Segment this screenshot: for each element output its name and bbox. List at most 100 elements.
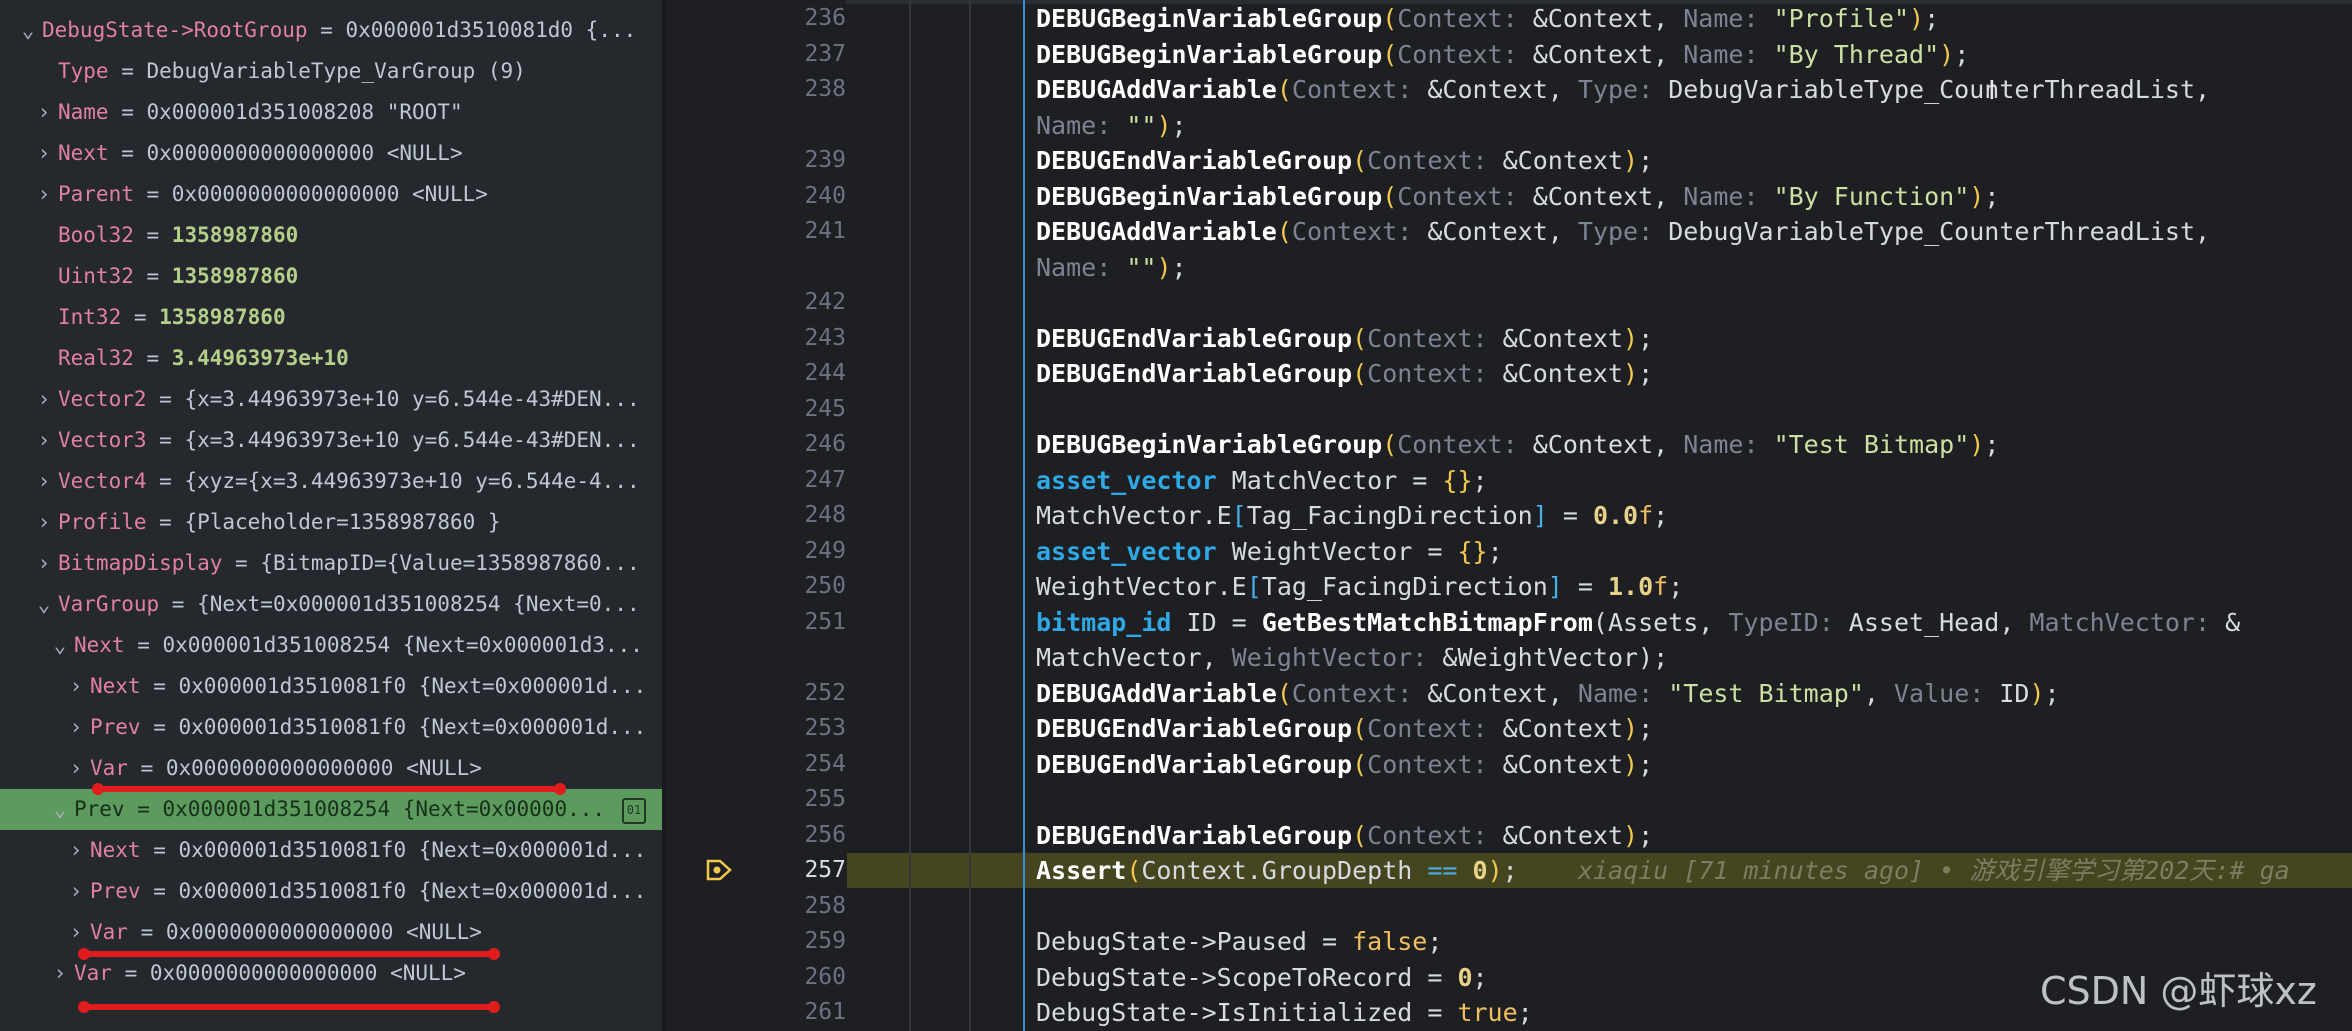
code-line[interactable]: DEBUGEndVariableGroup(Context: &Context)… bbox=[1036, 321, 1653, 356]
code-line[interactable]: Assert(Context.GroupDepth == 0); xiaqiu … bbox=[1036, 853, 2290, 888]
line-number[interactable]: 239 bbox=[706, 143, 846, 178]
chevron-down-icon[interactable]: ⌄ bbox=[36, 584, 52, 625]
code-line[interactable]: DEBUGBeginVariableGroup(Context: &Contex… bbox=[1036, 1, 1939, 36]
variable-value[interactable]: 0x000001d3510081d0 {... bbox=[345, 18, 636, 42]
chevron-right-icon[interactable]: › bbox=[68, 830, 84, 871]
variable-value[interactable]: 0x000001d351008254 {Next=0x00000... bbox=[163, 797, 606, 821]
variable-value[interactable]: {x=3.44963973e+10 y=6.544e-43#DEN... bbox=[184, 387, 639, 411]
variable-value[interactable]: 0x0000000000000000 <NULL> bbox=[166, 920, 482, 944]
line-number[interactable]: 249 bbox=[706, 534, 846, 569]
variable-row[interactable]: › Prev = 0x000001d3510081f0 {Next=0x00000… bbox=[0, 707, 662, 748]
chevron-right-icon[interactable]: › bbox=[36, 502, 52, 543]
binary-view-icon[interactable]: 01 bbox=[622, 798, 646, 824]
variable-value[interactable]: 0x0000000000000000 <NULL> bbox=[147, 141, 463, 165]
chevron-right-icon[interactable]: › bbox=[36, 133, 52, 174]
variable-value[interactable]: 0x000001d351008254 {Next=0x000001d3... bbox=[163, 633, 643, 657]
code-line[interactable]: DEBUGEndVariableGroup(Context: &Context)… bbox=[1036, 356, 1653, 391]
code-line[interactable]: DEBUGAddVariable(Context: &Context, Type… bbox=[1036, 214, 2210, 249]
line-number[interactable]: 241 bbox=[706, 214, 846, 249]
line-number[interactable]: 258 bbox=[706, 889, 846, 924]
variable-row[interactable]: › Name = 0x000001d351008208 "ROOT" bbox=[0, 92, 662, 133]
code-line[interactable]: DEBUGEndVariableGroup(Context: &Context)… bbox=[1036, 818, 1653, 853]
chevron-down-icon[interactable]: ⌄ bbox=[20, 10, 36, 51]
variable-row[interactable]: › Var = 0x0000000000000000 <NULL> bbox=[0, 912, 662, 953]
variable-row[interactable]: ⌄ Prev = 0x000001d351008254 {Next=0x00000… bbox=[0, 789, 662, 830]
variable-value[interactable]: 1358987860 bbox=[159, 305, 285, 329]
variable-row[interactable]: › BitmapDisplay = {BitmapID={Value=135898… bbox=[0, 543, 662, 584]
variable-row[interactable]: › Next = 0x0000000000000000 <NULL> bbox=[0, 133, 662, 174]
line-number[interactable]: 255 bbox=[706, 782, 846, 817]
code-line[interactable]: DEBUGBeginVariableGroup(Context: &Contex… bbox=[1036, 427, 1999, 462]
chevron-right-icon[interactable]: › bbox=[68, 871, 84, 912]
code-line[interactable]: DEBUGEndVariableGroup(Context: &Context)… bbox=[1036, 747, 1653, 782]
line-number[interactable]: 248 bbox=[706, 498, 846, 533]
line-number[interactable]: 256 bbox=[706, 818, 846, 853]
chevron-right-icon[interactable]: › bbox=[68, 912, 84, 953]
code-line[interactable]: DebugState->ScopeToRecord = 0; bbox=[1036, 960, 1488, 995]
variable-row[interactable]: › Next = 0x000001d3510081f0 {Next=0x00000… bbox=[0, 830, 662, 871]
variable-value[interactable]: {BitmapID={Value=1358987860... bbox=[260, 551, 639, 575]
variable-row[interactable]: ⌄ Next = 0x000001d351008254 {Next=0x00000… bbox=[0, 625, 662, 666]
line-number[interactable]: 240 bbox=[706, 179, 846, 214]
line-number[interactable]: 253 bbox=[706, 711, 846, 746]
code-line[interactable]: DEBUGAddVariable(Context: &Context, Name… bbox=[1036, 676, 2060, 711]
code-line[interactable]: asset_vector MatchVector = {}; bbox=[1036, 463, 1488, 498]
code-line[interactable]: MatchVector, WeightVector: &WeightVector… bbox=[1036, 640, 1668, 675]
variable-row[interactable]: Type = DebugVariableType_VarGroup (9) bbox=[0, 51, 662, 92]
line-number[interactable]: 242 bbox=[706, 285, 846, 320]
line-number[interactable]: 260 bbox=[706, 960, 846, 995]
code-line[interactable]: DEBUGEndVariableGroup(Context: &Context)… bbox=[1036, 711, 1653, 746]
chevron-right-icon[interactable]: › bbox=[36, 92, 52, 133]
variable-value[interactable]: 0x0000000000000000 <NULL> bbox=[150, 961, 466, 985]
code-line[interactable]: DEBUGBeginVariableGroup(Context: &Contex… bbox=[1036, 179, 1999, 214]
variable-value[interactable]: {xyz={x=3.44963973e+10 y=6.544e-4... bbox=[184, 469, 639, 493]
line-number[interactable]: 250 bbox=[706, 569, 846, 604]
line-number[interactable]: 259 bbox=[706, 924, 846, 959]
variable-row[interactable]: › Next = 0x000001d3510081f0 {Next=0x00000… bbox=[0, 666, 662, 707]
variable-value[interactable]: 0x0000000000000000 <NULL> bbox=[166, 756, 482, 780]
chevron-right-icon[interactable]: › bbox=[36, 379, 52, 420]
variable-value[interactable]: 1358987860 bbox=[172, 264, 298, 288]
variable-value[interactable]: 0x000001d351008208 "ROOT" bbox=[147, 100, 463, 124]
line-number[interactable]: 254 bbox=[706, 747, 846, 782]
variable-row[interactable]: › Parent = 0x0000000000000000 <NULL> bbox=[0, 174, 662, 215]
chevron-down-icon[interactable]: ⌄ bbox=[52, 789, 68, 830]
chevron-right-icon[interactable]: › bbox=[36, 461, 52, 502]
line-number[interactable]: 236 bbox=[706, 1, 846, 36]
code-line[interactable]: MatchVector.E[Tag_FacingDirection] = 0.0… bbox=[1036, 498, 1668, 533]
variable-row[interactable]: › Profile = {Placeholder=1358987860 } bbox=[0, 502, 662, 543]
variable-value[interactable]: {Next=0x000001d351008254 {Next=0... bbox=[197, 592, 640, 616]
variable-row[interactable]: ⌄ DebugState->RootGroup = 0x000001d351008… bbox=[0, 10, 662, 51]
variable-row[interactable]: › Var = 0x0000000000000000 <NULL> bbox=[0, 953, 662, 994]
variable-row[interactable]: Bool32 = 1358987860 bbox=[0, 215, 662, 256]
variable-value[interactable]: 0x000001d3510081f0 {Next=0x000001d... bbox=[179, 838, 647, 862]
variable-row[interactable]: ⌄ VarGroup = {Next=0x000001d351008254 {Ne… bbox=[0, 584, 662, 625]
line-number[interactable]: 245 bbox=[706, 392, 846, 427]
variable-row[interactable]: › Vector4 = {xyz={x=3.44963973e+10 y=6.54… bbox=[0, 461, 662, 502]
variable-value[interactable]: 1358987860 bbox=[172, 223, 298, 247]
variable-row[interactable]: › Vector2 = {x=3.44963973e+10 y=6.544e-43… bbox=[0, 379, 662, 420]
line-number[interactable]: 238 bbox=[706, 72, 846, 107]
variable-value[interactable]: {Placeholder=1358987860 } bbox=[184, 510, 500, 534]
chevron-right-icon[interactable]: › bbox=[36, 543, 52, 584]
chevron-right-icon[interactable]: › bbox=[52, 953, 68, 994]
variable-row[interactable]: Uint32 = 1358987860 bbox=[0, 256, 662, 297]
line-number[interactable]: 257 bbox=[706, 853, 846, 888]
code-line[interactable]: DEBUGEndVariableGroup(Context: &Context)… bbox=[1036, 143, 1653, 178]
code-line[interactable]: asset_vector WeightVector = {}; bbox=[1036, 534, 1503, 569]
code-line[interactable]: DebugState->Paused = false; bbox=[1036, 924, 1442, 959]
code-line[interactable]: DebugState->IsInitialized = true; bbox=[1036, 995, 1533, 1030]
variable-value[interactable]: 0x0000000000000000 <NULL> bbox=[172, 182, 488, 206]
line-number[interactable]: 244 bbox=[706, 356, 846, 391]
variable-row[interactable]: Real32 = 3.44963973e+10 bbox=[0, 338, 662, 379]
code-line[interactable]: DEBUGBeginVariableGroup(Context: &Contex… bbox=[1036, 37, 1969, 72]
variable-value[interactable]: 0x000001d3510081f0 {Next=0x000001d... bbox=[179, 879, 647, 903]
line-number[interactable]: 243 bbox=[706, 321, 846, 356]
variable-value[interactable]: DebugVariableType_VarGroup (9) bbox=[147, 59, 526, 83]
variable-value[interactable]: {x=3.44963973e+10 y=6.544e-43#DEN... bbox=[184, 428, 639, 452]
code-line[interactable]: bitmap_id ID = GetBestMatchBitmapFrom(As… bbox=[1036, 605, 2240, 640]
code-editor[interactable]: 236 237 238 239 240 241 242 243 244 245 246 247 248 2… bbox=[666, 0, 2352, 1031]
variable-value[interactable]: 0x000001d3510081f0 {Next=0x000001d... bbox=[179, 715, 647, 739]
variable-row[interactable]: › Prev = 0x000001d3510081f0 {Next=0x00000… bbox=[0, 871, 662, 912]
line-number[interactable]: 237 bbox=[706, 37, 846, 72]
